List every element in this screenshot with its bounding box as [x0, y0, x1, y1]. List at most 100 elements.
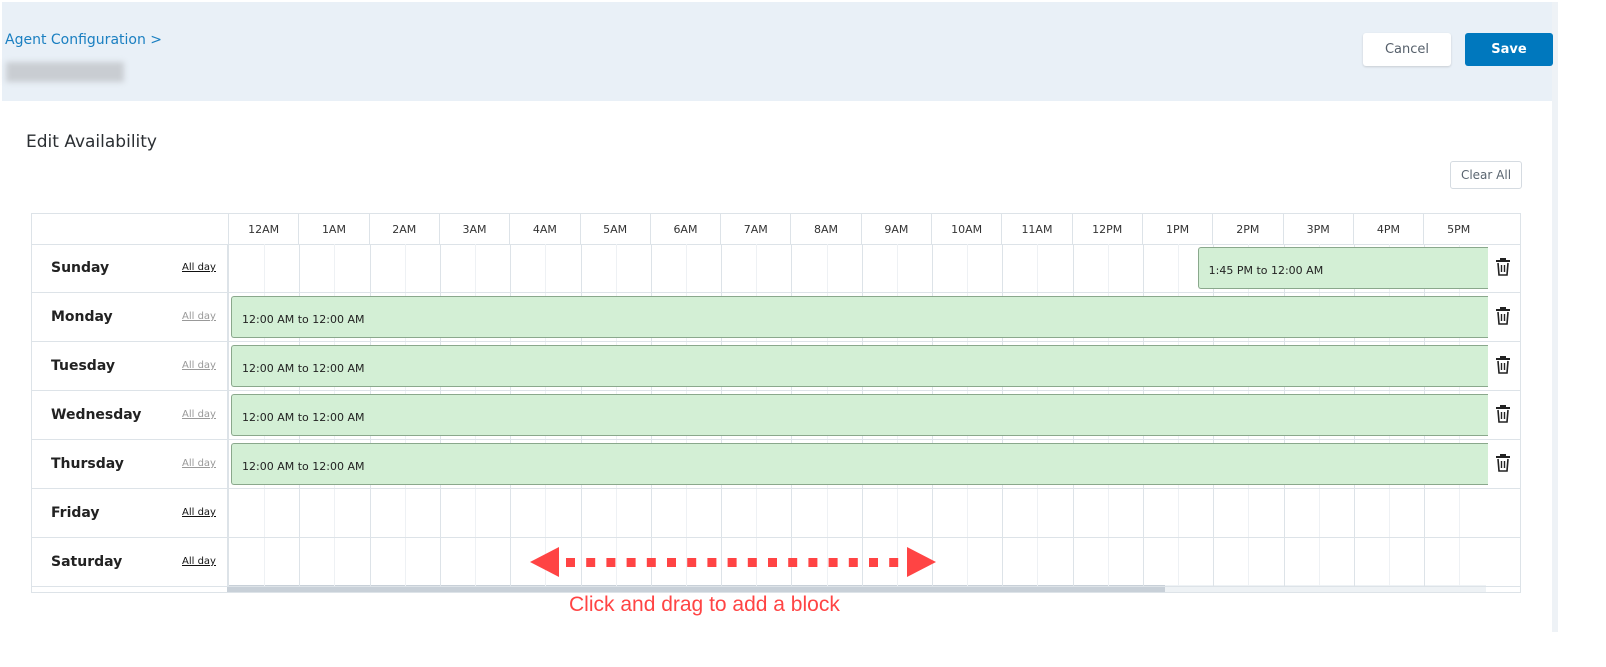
trash-icon[interactable]: [1495, 258, 1511, 276]
block-time-range: 12:00 AM to 12:00 AM: [242, 460, 365, 473]
day-timeline[interactable]: 12:00 AM to 12:00 AM: [227, 342, 1488, 390]
half-hour-gridline: [967, 538, 969, 586]
breadcrumb-agent-configuration[interactable]: Agent Configuration >: [5, 32, 162, 48]
arrow-dash: [707, 558, 717, 567]
half-hour-gridline: [1107, 538, 1109, 586]
day-row-thursday: Thursday All day 12:00 AM to 12:00 AM: [32, 440, 1520, 489]
trash-icon[interactable]: [1495, 356, 1511, 374]
hour-gridline: [369, 538, 371, 586]
hour-gridline: [510, 538, 512, 586]
hour-label: 2PM: [1212, 214, 1282, 244]
hour-label: 11AM: [1001, 214, 1071, 244]
cancel-button[interactable]: Cancel: [1363, 33, 1451, 66]
hour-label: 12AM: [228, 214, 298, 244]
half-hour-gridline: [756, 244, 758, 292]
page-title: Edit Availability: [26, 132, 157, 152]
hour-gridline: [1424, 489, 1426, 537]
arrow-dash: [747, 558, 757, 567]
hour-label: 3PM: [1282, 214, 1353, 244]
hour-gridline: [439, 489, 441, 537]
half-hour-gridline: [756, 489, 758, 537]
half-hour-gridline: [334, 538, 336, 586]
hour-gridline: [1142, 244, 1144, 292]
all-day-link[interactable]: All day: [182, 311, 216, 322]
availability-block[interactable]: 12:00 AM to 12:00 AM: [231, 443, 1488, 485]
hour-gridline: [299, 538, 301, 586]
half-hour-gridline: [685, 489, 687, 537]
half-hour-gridline: [1178, 538, 1180, 586]
day-timeline[interactable]: 12:00 AM to 12:00 AM: [227, 391, 1488, 439]
half-hour-gridline: [685, 244, 687, 292]
hour-gridline: [1213, 489, 1215, 537]
hour-label: 10AM: [931, 214, 1001, 244]
half-hour-gridline: [1318, 489, 1320, 537]
hour-gridline: [439, 538, 441, 586]
trash-icon[interactable]: [1495, 307, 1511, 325]
hour-gridline: [1072, 538, 1074, 586]
clear-all-button[interactable]: Clear All: [1450, 161, 1522, 189]
trash-icon[interactable]: [1495, 405, 1511, 423]
hour-gridline: [299, 244, 301, 292]
half-hour-gridline: [1459, 538, 1461, 586]
hour-label: 6AM: [649, 214, 720, 244]
hour-gridline: [1424, 538, 1426, 586]
half-hour-gridline: [404, 538, 406, 586]
half-hour-gridline: [826, 244, 828, 292]
all-day-link[interactable]: All day: [182, 262, 216, 273]
hour-gridline: [1002, 538, 1004, 586]
block-time-range: 1:45 PM to 12:00 AM: [1208, 264, 1324, 277]
half-hour-gridline: [1037, 538, 1039, 586]
hour-label: 4AM: [509, 214, 579, 244]
all-day-link[interactable]: All day: [182, 458, 216, 469]
hour-gridline: [721, 244, 723, 292]
day-row-tuesday: Tuesday All day 12:00 AM to 12:00 AM: [32, 342, 1520, 391]
availability-block[interactable]: 1:45 PM to 12:00 AM: [1197, 247, 1488, 289]
half-hour-gridline: [1248, 538, 1250, 586]
day-timeline[interactable]: [227, 489, 1488, 537]
arrow-dash: [687, 558, 697, 567]
day-timeline[interactable]: 12:00 AM to 12:00 AM: [227, 440, 1488, 488]
hour-gridline: [229, 293, 230, 341]
half-hour-gridline: [896, 244, 898, 292]
save-button[interactable]: Save: [1465, 33, 1553, 66]
availability-grid: 12AM 1AM 2AM 3AM 4AM 5AM 6AM 7AM 8AM 9AM 10AM 11AM 1…: [31, 213, 1521, 593]
half-hour-gridline: [967, 489, 969, 537]
day-label: Thursday: [51, 456, 124, 472]
page-header: Agent Configuration >: [2, 2, 1552, 101]
half-hour-gridline: [545, 489, 547, 537]
half-hour-gridline: [967, 244, 969, 292]
hour-gridline: [721, 489, 723, 537]
hour-gridline: [229, 538, 230, 586]
hour-label: 3AM: [438, 214, 509, 244]
all-day-link[interactable]: All day: [182, 507, 216, 518]
half-hour-gridline: [615, 489, 617, 537]
hour-gridline: [861, 489, 863, 537]
availability-block[interactable]: 12:00 AM to 12:00 AM: [231, 394, 1488, 436]
day-timeline[interactable]: 1:45 PM to 12:00 AM: [227, 244, 1488, 292]
half-hour-gridline: [1037, 489, 1039, 537]
day-label: Monday: [51, 309, 113, 325]
all-day-link[interactable]: All day: [182, 409, 216, 420]
trash-icon[interactable]: [1495, 454, 1511, 472]
hour-label: 2AM: [368, 214, 439, 244]
all-day-link[interactable]: All day: [182, 360, 216, 371]
arrow-dash: [606, 558, 616, 567]
hour-gridline: [1353, 538, 1355, 586]
drag-hint: Click and drag to add a block: [569, 593, 840, 616]
hour-gridline: [650, 489, 652, 537]
arrow-dash: [808, 558, 818, 567]
all-day-link[interactable]: All day: [182, 556, 216, 567]
hour-gridline: [932, 489, 933, 537]
availability-block[interactable]: 12:00 AM to 12:00 AM: [231, 345, 1488, 387]
hour-gridline: [861, 244, 863, 292]
hour-gridline: [510, 489, 512, 537]
day-timeline[interactable]: 12:00 AM to 12:00 AM: [227, 293, 1488, 341]
day-row-friday: Friday All day: [32, 489, 1520, 538]
agent-name-redacted: [6, 62, 124, 82]
hour-gridline: [229, 440, 230, 488]
hour-gridline: [1213, 538, 1215, 586]
hour-label: 1PM: [1141, 214, 1212, 244]
availability-block[interactable]: 12:00 AM to 12:00 AM: [231, 296, 1488, 338]
hour-gridline: [1002, 244, 1004, 292]
arrow-dash: [828, 558, 838, 567]
